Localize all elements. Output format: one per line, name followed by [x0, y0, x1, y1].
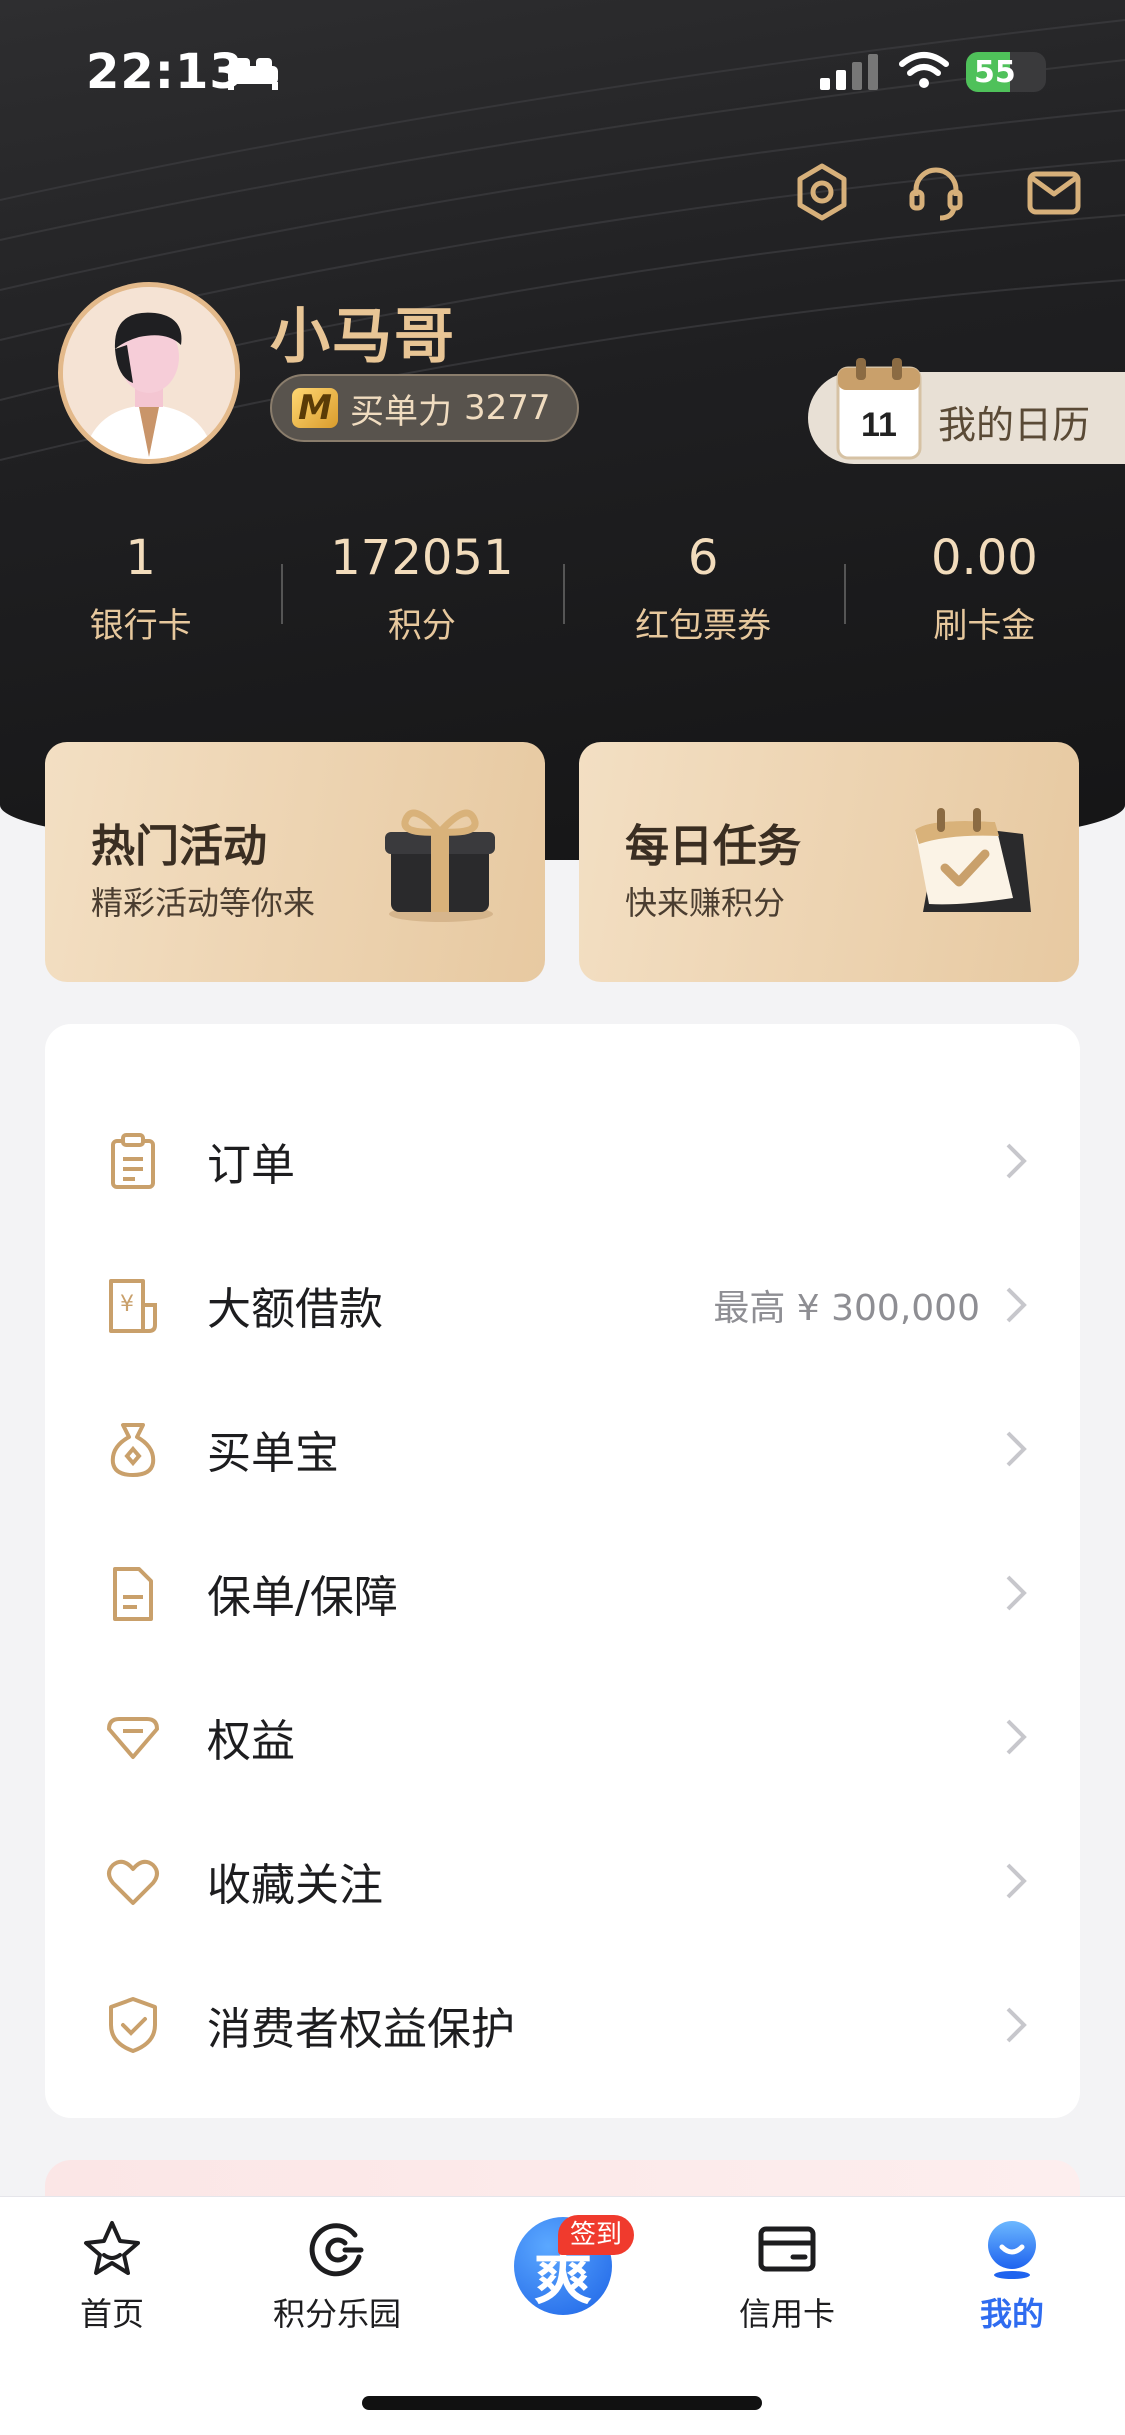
- loan-receipt-icon: ¥: [109, 1279, 157, 1333]
- tab-label: 信用卡: [738, 2295, 835, 2333]
- tab-mine[interactable]: 我的: [922, 2217, 1102, 2335]
- calendar-label: 我的日历: [938, 403, 1091, 447]
- menu-label: 订单: [207, 1140, 295, 1191]
- menu-item-policy[interactable]: 保单/保障: [45, 1521, 1080, 1665]
- tab-home[interactable]: 首页: [22, 2217, 202, 2335]
- buy-power-label: 买单力: [350, 391, 452, 432]
- loan-max-amount: 最高 ¥ 300,000: [713, 1288, 980, 1329]
- stat-value: 6: [687, 530, 719, 586]
- menu-label: 权益: [207, 1716, 295, 1767]
- stat-value: 172051: [330, 530, 514, 586]
- chevron-right-icon: [1006, 1287, 1027, 1323]
- customer-service-icon[interactable]: [904, 160, 968, 224]
- member-m-icon: M: [292, 388, 338, 428]
- menu-item-consumer-protection[interactable]: 消费者权益保护: [45, 1953, 1080, 2097]
- yen-glyph: ¥: [120, 1292, 134, 1317]
- stat-label: 红包票券: [635, 606, 772, 646]
- calendar-icon: 11: [836, 358, 922, 460]
- hot-activities-card[interactable]: 热门活动 精彩活动等你来: [45, 742, 545, 982]
- money-bag-icon: [110, 1423, 156, 1477]
- mine-active-icon: [988, 2221, 1036, 2279]
- credit-card-icon: [758, 2226, 816, 2272]
- chevron-right-icon: [1006, 1719, 1027, 1755]
- document-icon: [113, 1567, 153, 1621]
- tab-label: 首页: [79, 2295, 144, 2333]
- menu-label: 消费者权益保护: [207, 2004, 515, 2055]
- benefit-tag-icon: [107, 1717, 159, 1759]
- wifi-icon: [899, 52, 949, 88]
- home-indicator: [362, 2396, 762, 2410]
- gift-box-icon: [385, 809, 495, 922]
- stat-bank-cards[interactable]: 1 银行卡: [0, 530, 281, 650]
- points-park-icon: [309, 2223, 364, 2277]
- calendar-day: 11: [861, 406, 897, 444]
- tab-points-park[interactable]: 积分乐园: [247, 2217, 427, 2335]
- stat-value: 0.00: [930, 530, 1038, 586]
- menu-label: 收藏关注: [207, 1860, 383, 1911]
- buy-power-value: 3277: [464, 388, 551, 428]
- menu-label: 保单/保障: [207, 1572, 398, 1623]
- chevron-right-icon: [1006, 2007, 1027, 2043]
- menu-item-favorites[interactable]: 收藏关注: [45, 1809, 1080, 1953]
- stat-card-cash[interactable]: 0.00 刷卡金: [843, 530, 1125, 650]
- settings-icon[interactable]: [790, 160, 854, 224]
- menu-item-orders[interactable]: 订单: [45, 1089, 1080, 1233]
- clipboard-icon: [111, 1133, 155, 1189]
- promo-subtitle: 快来赚积分: [625, 884, 786, 922]
- promo-subtitle: 精彩活动等你来: [91, 884, 316, 922]
- message-icon[interactable]: [1022, 160, 1086, 224]
- stats-row: 1 银行卡 172051 积分 6 红包票券 0.00 刷卡金: [0, 530, 1125, 650]
- shield-check-icon: [109, 1997, 157, 2053]
- chevron-right-icon: [1006, 1431, 1027, 1467]
- menu-label: 买单宝: [207, 1428, 339, 1479]
- chevron-right-icon: [1006, 1863, 1027, 1899]
- menu-item-benefits[interactable]: 权益: [45, 1665, 1080, 1809]
- my-calendar-button[interactable]: 11 我的日历: [808, 358, 1125, 464]
- stat-label: 刷卡金: [933, 606, 1036, 646]
- chevron-right-icon: [1006, 1575, 1027, 1611]
- promo-title: 每日任务: [625, 821, 801, 872]
- status-bar: 22:13 55: [0, 0, 1125, 150]
- buy-power-badge[interactable]: M 买单力 3277: [270, 374, 579, 442]
- tab-label: 积分乐园: [272, 2295, 401, 2333]
- stat-value: 1: [125, 530, 156, 586]
- tab-credit-card[interactable]: 信用卡: [697, 2217, 877, 2335]
- menu-item-large-loan[interactable]: ¥ 大额借款 最高 ¥ 300,000: [45, 1233, 1080, 1377]
- chevron-right-icon: [1006, 1143, 1027, 1179]
- star-home-icon: [84, 2221, 140, 2275]
- tab-label: 我的: [979, 2295, 1044, 2333]
- menu-item-maidanbao[interactable]: 买单宝: [45, 1377, 1080, 1521]
- sleep-focus-icon: [228, 58, 278, 90]
- stat-label: 银行卡: [89, 606, 192, 646]
- avatar[interactable]: [58, 282, 240, 464]
- cellular-signal-icon: [820, 54, 878, 90]
- stat-label: 积分: [387, 606, 456, 646]
- promo-title: 热门活动: [91, 821, 267, 872]
- stat-points[interactable]: 172051 积分: [281, 530, 562, 650]
- sign-in-badge: 签到: [558, 2215, 635, 2255]
- stat-coupons[interactable]: 6 红包票券: [562, 530, 844, 650]
- username: 小马哥: [270, 302, 456, 372]
- menu-list: 订单 ¥ 大额借款 最高 ¥ 300,000 买单宝 保单/保障 权益 收藏关注…: [45, 1024, 1080, 2118]
- status-time: 22:13: [86, 44, 244, 100]
- task-calendar-icon: [915, 808, 1031, 912]
- daily-tasks-card[interactable]: 每日任务 快来赚积分: [579, 742, 1079, 982]
- battery-percent: 55: [974, 55, 1016, 90]
- heart-icon: [107, 1859, 159, 1905]
- battery-indicator: 55: [966, 52, 1046, 92]
- avatar-illustration: [63, 287, 235, 459]
- menu-label: 大额借款: [207, 1284, 383, 1335]
